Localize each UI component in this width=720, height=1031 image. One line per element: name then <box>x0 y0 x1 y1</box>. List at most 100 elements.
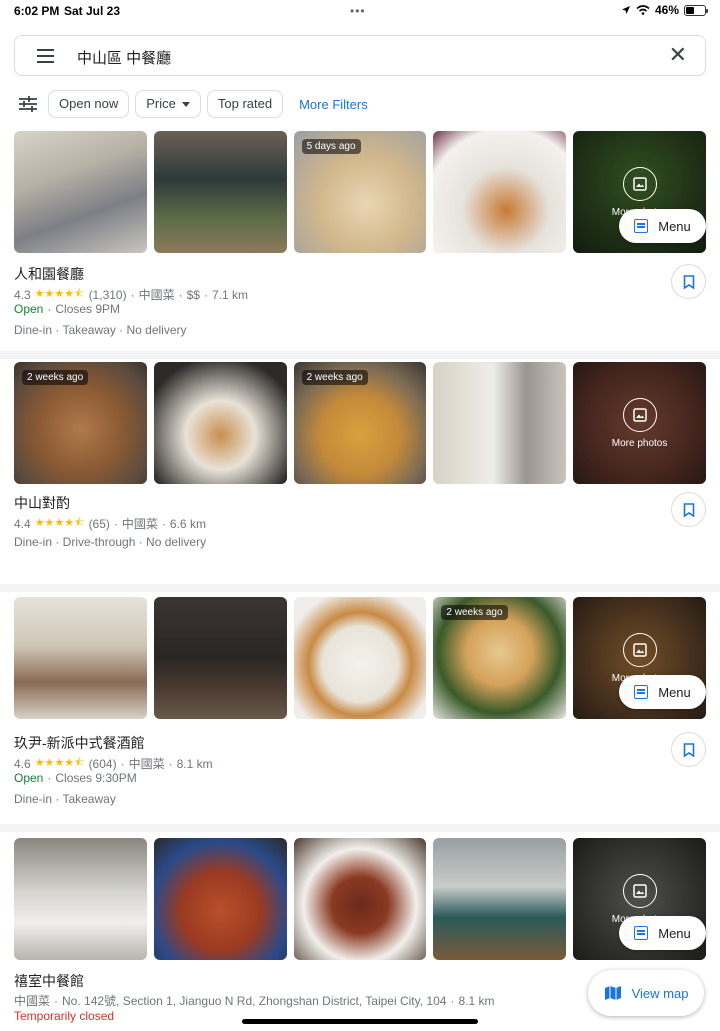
restaurant-name[interactable]: 人和園餐廳 <box>14 264 84 284</box>
status-right: 46% <box>621 3 708 17</box>
service-options: Dine-in · Takeaway · No delivery <box>14 323 187 337</box>
restaurant-photo[interactable] <box>153 362 287 484</box>
card-divider <box>0 824 720 832</box>
restaurant-photo[interactable]: 2 weeks ago <box>293 362 427 484</box>
category: 中國菜 <box>14 994 51 1008</box>
restaurant-photo[interactable] <box>293 597 427 719</box>
hamburger-menu-icon[interactable] <box>37 49 54 63</box>
restaurant-photo[interactable] <box>153 597 287 719</box>
multitasking-dots[interactable]: ••• <box>350 4 366 18</box>
photo-age-badge: 2 weeks ago <box>22 370 89 385</box>
location-icon <box>621 6 630 14</box>
restaurant-photo[interactable] <box>14 131 147 253</box>
menu-button[interactable]: Menu <box>619 916 706 950</box>
more-photos-tile[interactable]: More photos <box>573 362 706 484</box>
service-options: Dine-in · Drive-through · No delivery <box>14 535 207 549</box>
category: 中國菜 <box>128 757 165 771</box>
hours-row: Open · Closes 9PM <box>14 302 121 316</box>
wifi-icon <box>636 5 650 15</box>
search-bar[interactable]: 中山區 中餐廳 ✕ <box>14 35 706 76</box>
more-filters-link[interactable]: More Filters <box>299 97 368 112</box>
service-options: Dine-in · Takeaway <box>14 792 116 806</box>
bookmark-icon <box>683 274 694 289</box>
photo-strip[interactable]: More photos Menu <box>14 838 706 960</box>
rating-value: 4.4 <box>14 516 31 531</box>
menu-button[interactable]: Menu <box>619 209 706 243</box>
restaurant-photo[interactable] <box>14 597 147 719</box>
save-button[interactable] <box>671 492 706 527</box>
menu-icon <box>634 926 649 940</box>
card-divider <box>0 584 720 592</box>
filter-bar: Open now Price Top rated More Filters <box>14 90 368 118</box>
category: 中國菜 <box>138 288 175 302</box>
status-date: Sat Jul 23 <box>64 4 121 18</box>
result-card[interactable]: 2 weeks ago 2 weeks ago More photos 中山對酌… <box>0 359 720 584</box>
open-status: Open <box>14 302 44 316</box>
card-divider <box>0 351 720 359</box>
map-icon <box>604 986 621 1000</box>
review-count: (1,310) <box>88 287 127 302</box>
restaurant-photo[interactable] <box>153 131 287 253</box>
restaurant-photo[interactable] <box>433 131 567 253</box>
distance: 6.6 km <box>169 516 206 531</box>
home-indicator[interactable] <box>242 1019 478 1024</box>
view-map-label: View map <box>631 985 689 1001</box>
rating-value: 4.6 <box>14 756 31 771</box>
distance: 8.1 km <box>458 993 495 1008</box>
bookmark-icon <box>683 502 694 517</box>
top-rated-chip[interactable]: Top rated <box>206 90 284 118</box>
review-count: (604) <box>88 756 117 771</box>
restaurant-name[interactable]: 玖尹-新派中式餐酒館 <box>14 733 145 753</box>
category: 中國菜 <box>121 517 158 531</box>
menu-icon <box>634 685 649 699</box>
photo-library-icon <box>622 397 657 432</box>
menu-icon <box>634 219 649 233</box>
star-rating-icon: ★★★★⯪ <box>34 517 85 529</box>
restaurant-photo[interactable] <box>293 838 427 960</box>
more-photos-label: More photos <box>611 437 668 449</box>
filter-settings-icon[interactable] <box>14 90 42 118</box>
photo-strip[interactable]: 2 weeks ago 2 weeks ago More photos <box>14 362 706 484</box>
menu-button[interactable]: Menu <box>619 675 706 709</box>
restaurant-photo[interactable] <box>433 838 567 960</box>
restaurant-photo[interactable]: 2 weeks ago <box>14 362 147 484</box>
rating-row: 4.4 ★★★★⯪ (65) · 中國菜 · 6.6 km <box>14 514 206 533</box>
price-chip[interactable]: Price <box>135 90 201 118</box>
restaurant-photo[interactable]: 5 days ago <box>293 131 427 253</box>
photo-library-icon <box>622 166 657 201</box>
chevron-down-icon <box>181 101 190 107</box>
photo-strip[interactable]: 5 days ago More photos Menu <box>14 131 706 253</box>
restaurant-photo[interactable] <box>153 838 287 960</box>
view-map-button[interactable]: View map <box>588 970 704 1016</box>
status-bar: 6:02 PM Sat Jul 23 ••• 46% <box>0 0 720 22</box>
restaurant-name[interactable]: 禧室中餐館 <box>14 971 84 991</box>
open-status: Open <box>14 771 44 785</box>
save-button[interactable] <box>671 264 706 299</box>
photo-age-badge: 2 weeks ago <box>441 605 508 620</box>
restaurant-name[interactable]: 中山對酌 <box>14 493 70 513</box>
distance: 7.1 km <box>211 287 248 302</box>
restaurant-photo[interactable] <box>433 362 567 484</box>
result-card[interactable]: 5 days ago More photos Menu 人和園餐廳 4.3 ★★… <box>0 131 720 351</box>
bookmark-icon <box>683 742 694 757</box>
photo-strip[interactable]: 2 weeks ago More photos Menu <box>14 597 706 719</box>
clear-search-icon[interactable]: ✕ <box>669 42 687 68</box>
address: No. 142號, Section 1, Jianguo N Rd, Zhong… <box>62 994 447 1008</box>
battery-icon <box>684 4 708 16</box>
hours-row: Open · Closes 9:30PM <box>14 771 137 785</box>
result-card[interactable]: 2 weeks ago More photos Menu 玖尹-新派中式餐酒館 … <box>0 592 720 824</box>
photo-age-badge: 2 weeks ago <box>301 370 368 385</box>
restaurant-photo[interactable] <box>14 838 147 960</box>
restaurant-photo[interactable]: 2 weeks ago <box>433 597 567 719</box>
photo-age-badge: 5 days ago <box>301 139 361 154</box>
price-level: $$ <box>186 287 200 302</box>
distance: 8.1 km <box>176 756 213 771</box>
status-time: 6:02 PM <box>14 4 60 18</box>
closing-time: Closes 9:30PM <box>55 771 137 785</box>
open-now-chip[interactable]: Open now <box>48 90 130 118</box>
search-input[interactable]: 中山區 中餐廳 <box>77 47 171 68</box>
results-list: 5 days ago More photos Menu 人和園餐廳 4.3 ★★… <box>0 131 720 1031</box>
save-button[interactable] <box>671 732 706 767</box>
closed-status: Temporarily closed <box>14 1009 115 1023</box>
closing-time: Closes 9PM <box>55 302 121 316</box>
